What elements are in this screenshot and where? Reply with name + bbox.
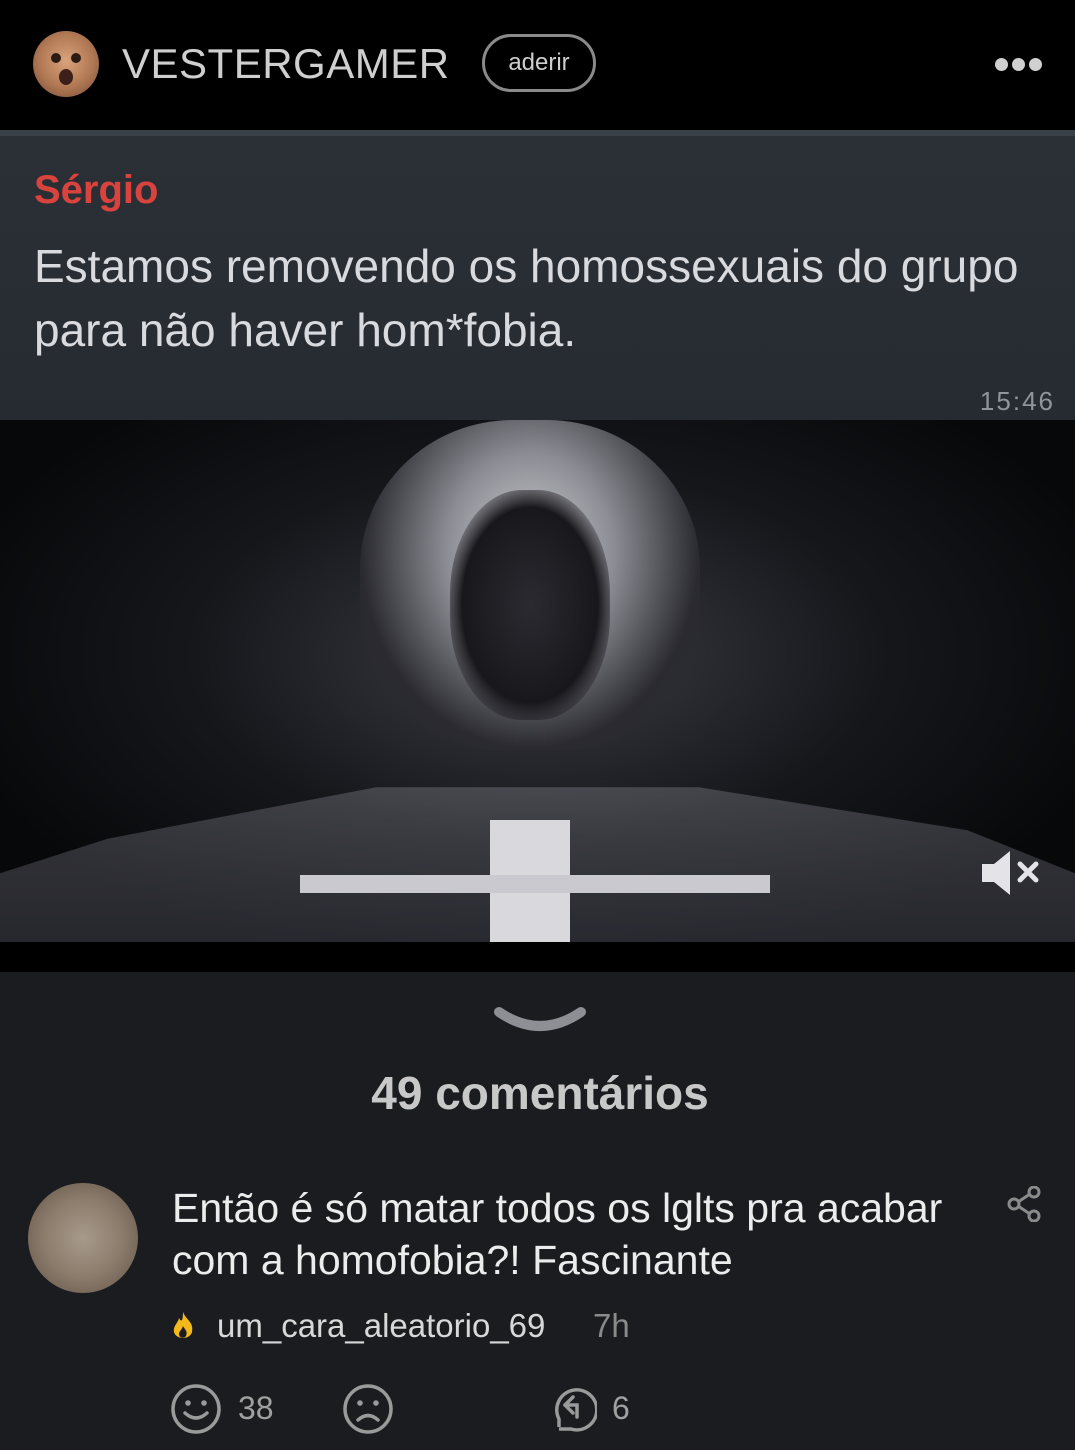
avatar-eye [71,53,81,63]
join-button[interactable]: aderir [482,34,596,92]
comment-username[interactable]: um_cara_aleatorio_69 [217,1307,545,1345]
chat-message-bubble: Sérgio Estamos removendo os homossexuais… [0,130,1075,426]
chevron-down-icon[interactable] [493,1002,587,1036]
channel-avatar[interactable] [33,31,99,97]
commenter-avatar[interactable] [28,1183,138,1293]
cross-horizontal [300,875,770,893]
sad-face-icon[interactable] [342,1383,394,1435]
message-text: Estamos removendo os homossexuais do gru… [34,240,1019,356]
more-options-icon[interactable] [995,58,1043,72]
comment-text: Então é só matar todos os lglts pra acab… [172,1185,943,1283]
post-header: VESTERGAMER aderir [0,0,1075,130]
comments-count: 49 comentários [371,1067,709,1119]
figure-face [450,490,610,720]
avatar-eye [51,53,61,63]
message-sender: Sérgio [34,168,159,212]
reply-icon[interactable] [545,1383,597,1435]
comment-age: 7h [593,1307,630,1344]
avatar-mouth [59,69,73,85]
muted-speaker-icon[interactable] [980,848,1042,898]
media-bottom-strip [0,942,1075,972]
fire-icon [173,1312,193,1338]
reply-count: 6 [612,1390,630,1426]
channel-name[interactable]: VESTERGAMER [122,40,450,88]
video-frame [0,420,1075,942]
message-time: 15:46 [979,386,1055,416]
smile-icon[interactable] [170,1383,222,1435]
post-media[interactable]: Sérgio Estamos removendo os homossexuais… [0,130,1075,942]
share-icon[interactable] [1006,1186,1042,1222]
like-count: 38 [238,1390,274,1426]
